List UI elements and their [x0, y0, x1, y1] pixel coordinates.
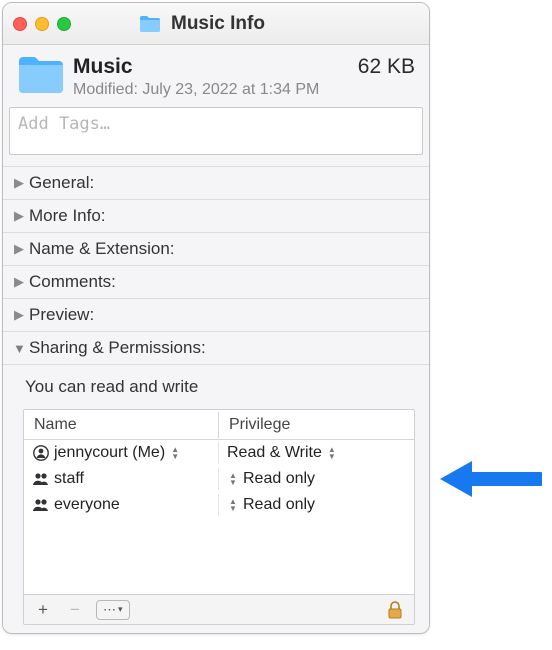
- add-button[interactable]: +: [32, 600, 54, 620]
- table-header: Name Privilege: [24, 410, 414, 440]
- remove-button[interactable]: −: [64, 600, 86, 620]
- group-icon: [32, 496, 50, 514]
- user-name: everyone: [54, 496, 120, 514]
- chevron-right-icon: ▶: [13, 274, 25, 290]
- user-name: jennycourt (Me): [54, 444, 165, 462]
- sections: ▶General: ▶More Info: ▶Name & Extension:…: [3, 166, 429, 365]
- section-label: Preview:: [29, 305, 94, 325]
- tags-field-wrap: [3, 107, 429, 166]
- section-general[interactable]: ▶General:: [3, 166, 429, 199]
- privilege-value: Read only: [243, 496, 315, 514]
- item-size: 62 KB: [358, 55, 415, 79]
- item-modified: Modified: July 23, 2022 at 1:34 PM: [73, 81, 415, 99]
- close-icon[interactable]: [13, 17, 27, 31]
- chevron-down-icon: ▾: [118, 604, 123, 615]
- section-preview[interactable]: ▶Preview:: [3, 298, 429, 331]
- section-sharing[interactable]: ▼ Sharing & Permissions:: [3, 331, 429, 365]
- table-rows: jennycourt (Me) ▲▼ Read & Write▲▼ staff …: [24, 440, 414, 594]
- lock-icon[interactable]: [386, 600, 406, 620]
- section-label: More Info:: [29, 206, 106, 226]
- section-label: General:: [29, 173, 94, 193]
- person-icon: [32, 444, 50, 462]
- section-comments[interactable]: ▶Comments:: [3, 265, 429, 298]
- action-menu-button[interactable]: ⋯▾: [96, 600, 130, 620]
- table-row[interactable]: jennycourt (Me) ▲▼ Read & Write▲▼: [24, 440, 414, 466]
- section-name-extension[interactable]: ▶Name & Extension:: [3, 232, 429, 265]
- col-name[interactable]: Name: [24, 412, 219, 438]
- group-icon: [32, 470, 50, 488]
- section-label: Sharing & Permissions:: [29, 338, 206, 358]
- stepper-icon[interactable]: ▲▼: [227, 497, 239, 513]
- privilege-value: Read & Write: [227, 444, 322, 462]
- chevron-right-icon: ▶: [13, 208, 25, 224]
- minimize-icon[interactable]: [35, 17, 49, 31]
- header: Music 62 KB Modified: July 23, 2022 at 1…: [3, 45, 429, 107]
- folder-icon: [139, 15, 161, 33]
- col-privilege[interactable]: Privilege: [219, 412, 414, 438]
- stepper-icon[interactable]: ▲▼: [227, 471, 239, 487]
- window-title: Music Info: [171, 13, 265, 35]
- user-name: staff: [54, 470, 84, 488]
- stepper-icon[interactable]: ▲▼: [169, 445, 181, 461]
- sharing-body: You can read and write Name Privilege je…: [3, 365, 429, 633]
- item-name: Music: [73, 55, 133, 79]
- table-row[interactable]: everyone ▲▼Read only: [24, 492, 414, 518]
- privilege-value: Read only: [243, 470, 315, 488]
- tags-input[interactable]: [9, 107, 423, 155]
- zoom-icon[interactable]: [57, 17, 71, 31]
- header-info: Music 62 KB Modified: July 23, 2022 at 1…: [73, 55, 415, 99]
- section-label: Name & Extension:: [29, 239, 175, 259]
- info-window: Music Info Music 62 KB Modified: July 23…: [2, 2, 430, 634]
- folder-large-icon: [17, 55, 65, 95]
- chevron-right-icon: ▶: [13, 175, 25, 191]
- chevron-down-icon: ▼: [13, 341, 25, 356]
- titlebar: Music Info: [3, 3, 429, 45]
- sharing-hint: You can read and write: [25, 377, 415, 397]
- section-label: Comments:: [29, 272, 116, 292]
- traffic-lights: [13, 17, 71, 31]
- ellipsis-icon: ⋯: [103, 602, 116, 618]
- chevron-right-icon: ▶: [13, 241, 25, 257]
- stepper-icon[interactable]: ▲▼: [326, 445, 338, 461]
- chevron-right-icon: ▶: [13, 307, 25, 323]
- table-row[interactable]: staff ▲▼Read only: [24, 466, 414, 492]
- permissions-table: Name Privilege jennycourt (Me) ▲▼ Read &…: [23, 409, 415, 625]
- section-more-info[interactable]: ▶More Info:: [3, 199, 429, 232]
- table-footer: + − ⋯▾: [24, 594, 414, 624]
- callout-arrow-icon: [432, 455, 542, 508]
